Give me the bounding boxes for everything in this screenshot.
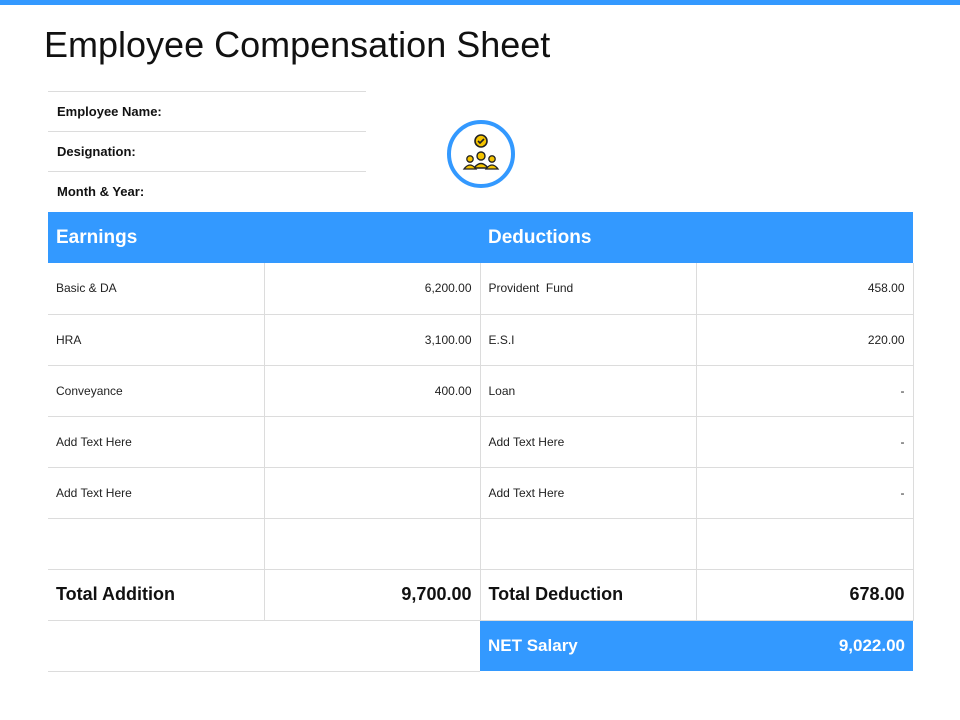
deduction-amount [695,518,914,570]
table-header: Earnings Deductions [48,212,914,263]
net-salary-row: NET Salary 9,022.00 [48,620,914,672]
total-addition-value: 9,700.00 [263,569,480,621]
earning-label: Conveyance [48,365,264,417]
deduction-label: Provident Fund [479,263,696,315]
deductions-header: Deductions [480,212,914,263]
top-accent-bar [0,0,960,5]
net-salary-label: NET Salary [480,620,696,671]
employee-name-label: Employee Name: [48,91,366,131]
deduction-label: Add Text Here [479,416,696,468]
compensation-table: Earnings Deductions Basic & DA 6,200.00 … [48,212,914,672]
earning-label: Basic & DA [48,263,264,315]
designation-label: Designation: [48,131,366,171]
total-deduction-value: 678.00 [695,569,914,621]
net-salary-value: 9,022.00 [696,620,914,671]
totals-row: Total Addition 9,700.00 Total Deduction … [48,569,914,621]
table-row: HRA 3,100.00 E.S.I 220.00 [48,314,914,366]
table-row-empty [48,518,914,570]
page-title: Employee Compensation Sheet [44,24,551,65]
earning-label: HRA [48,314,264,366]
total-addition-label: Total Addition [48,569,264,621]
month-year-label: Month & Year: [48,171,366,211]
deduction-amount: - [695,365,914,417]
earning-amount [263,416,480,468]
deduction-label: Add Text Here [479,467,696,519]
deduction-amount: - [695,467,914,519]
deduction-label [479,518,696,570]
deduction-amount: - [695,416,914,468]
deduction-amount: 220.00 [695,314,914,366]
deduction-amount: 458.00 [695,263,914,315]
earning-amount: 3,100.00 [263,314,480,366]
employee-info-fields: Employee Name: Designation: Month & Year… [48,91,366,211]
earning-amount: 6,200.00 [263,263,480,315]
table-row: Conveyance 400.00 Loan - [48,365,914,417]
deduction-label: E.S.I [479,314,696,366]
earning-label: Add Text Here [48,416,264,468]
earning-amount [263,467,480,519]
earning-amount: 400.00 [263,365,480,417]
net-row-spacer [48,620,480,672]
earnings-header: Earnings [48,212,480,263]
team-approval-icon [447,120,515,188]
earning-amount [263,518,480,570]
table-row: Add Text Here Add Text Here - [48,467,914,519]
earning-label: Add Text Here [48,467,264,519]
total-deduction-label: Total Deduction [479,569,696,621]
earning-label [48,518,264,570]
deduction-label: Loan [479,365,696,417]
table-row: Basic & DA 6,200.00 Provident Fund 458.0… [48,263,914,315]
table-row: Add Text Here Add Text Here - [48,416,914,468]
